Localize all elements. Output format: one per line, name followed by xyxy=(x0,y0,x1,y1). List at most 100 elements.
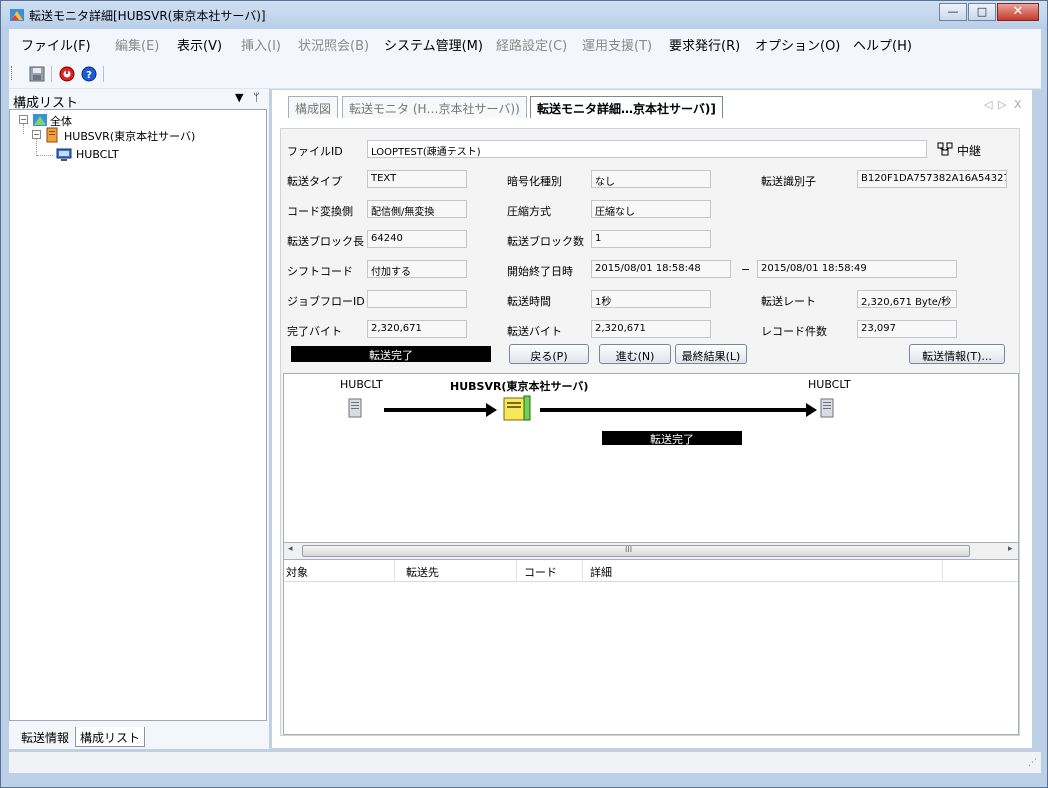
transfer-bytes-value: 2,320,671 xyxy=(591,320,711,338)
code-conv-value: 配信側/無変換 xyxy=(367,200,467,218)
flow-arrowhead-left xyxy=(486,403,497,417)
title-bar[interactable]: 転送モニタ詳細[HUBSVR(東京本社サーバ)] — □ ✕ xyxy=(1,1,1047,29)
table-header: 対象 転送先 コード 詳細 xyxy=(284,560,1018,582)
menu-status-inquiry[interactable]: 状況照会(B) xyxy=(298,35,369,54)
panel-bottom-tabs: 転送情報 構成リスト xyxy=(9,727,269,749)
menu-help[interactable]: ヘルプ(H) xyxy=(853,35,912,54)
tab-close-icon[interactable]: X xyxy=(1014,98,1022,111)
record-count-value: 23,097 xyxy=(857,320,957,338)
status-bar: ⋰ xyxy=(9,751,1041,773)
done-bytes-value: 2,320,671 xyxy=(367,320,467,338)
date-range-separator: − xyxy=(741,263,751,276)
tree-collapse-icon[interactable]: − xyxy=(19,115,28,124)
transfer-id-label: 転送識別子 xyxy=(761,175,816,188)
relay-label: 中継 xyxy=(957,144,982,158)
scroll-thumb[interactable]: III xyxy=(302,545,970,557)
tab-config-list[interactable]: 構成リスト xyxy=(75,727,146,747)
transfer-type-label: 転送タイプ xyxy=(287,175,342,188)
toolbar-separator xyxy=(103,66,104,82)
back-button[interactable]: 戻る(P) xyxy=(509,344,589,364)
stop-icon[interactable] xyxy=(59,66,75,82)
start-end-label: 開始終了日時 xyxy=(507,265,573,278)
tree-collapse-icon[interactable]: − xyxy=(32,130,41,139)
encryption-value: なし xyxy=(591,170,711,188)
flow-arrowhead-right xyxy=(806,403,817,417)
help-icon[interactable]: ? xyxy=(81,66,97,82)
menu-options[interactable]: オプション(O) xyxy=(755,35,840,54)
final-result-button[interactable]: 最終結果(L) xyxy=(675,344,747,364)
file-id-field[interactable]: LOOPTEST(疎通テスト) xyxy=(367,140,927,158)
menu-request[interactable]: 要求発行(R) xyxy=(669,35,740,54)
col-target[interactable]: 対象 xyxy=(286,564,308,580)
block-count-label: 転送ブロック数 xyxy=(507,235,584,248)
column-divider[interactable] xyxy=(394,560,395,582)
transfer-time-label: 転送時間 xyxy=(507,295,551,308)
menu-ops-support[interactable]: 運用支援(T) xyxy=(582,35,652,54)
tab-config-diagram[interactable]: 構成図 xyxy=(288,96,339,118)
flow-horizontal-scrollbar[interactable]: ◂ III ▸ xyxy=(283,543,1019,559)
col-code[interactable]: コード xyxy=(524,564,557,580)
route-detail-table: 対象 転送先 コード 詳細 xyxy=(283,559,1019,735)
relay-icon xyxy=(937,142,953,156)
flow-right-node-label: HUBCLT xyxy=(808,378,851,391)
maximize-button[interactable]: □ xyxy=(968,3,996,21)
transfer-rate-value: 2,320,671 Byte/秒 xyxy=(857,290,957,308)
forward-button[interactable]: 進む(N) xyxy=(599,344,671,364)
transfer-rate-label: 転送レート xyxy=(761,295,816,308)
menu-route-settings[interactable]: 経路設定(C) xyxy=(496,35,567,54)
column-divider[interactable] xyxy=(942,560,943,582)
transfer-bytes-label: 転送バイト xyxy=(507,325,562,338)
flow-left-node-label: HUBCLT xyxy=(340,378,383,391)
toolbar-separator xyxy=(51,66,52,82)
transfer-time-value: 1秒 xyxy=(591,290,711,308)
resize-grip-icon[interactable]: ⋰ xyxy=(1028,758,1037,768)
menu-edit[interactable]: 編集(E) xyxy=(115,35,159,54)
col-detail[interactable]: 詳細 xyxy=(590,564,612,580)
panel-pin-icon[interactable]: ᛘ xyxy=(253,91,260,104)
close-button[interactable]: ✕ xyxy=(997,3,1039,21)
menu-file[interactable]: ファイル(F) xyxy=(21,35,91,54)
compression-value: 圧縮なし xyxy=(591,200,711,218)
menu-insert[interactable]: 挿入(I) xyxy=(241,35,281,54)
tree-item-hubsvr[interactable]: HUBSVR(東京本社サーバ) xyxy=(64,128,195,144)
encryption-label: 暗号化種別 xyxy=(507,175,562,188)
scroll-right-icon[interactable]: ▸ xyxy=(1008,544,1013,554)
shift-code-value: 付加する xyxy=(367,260,467,278)
transfer-status-badge: 転送完了 xyxy=(291,346,491,362)
shift-code-label: シフトコード xyxy=(287,265,353,278)
column-divider[interactable] xyxy=(516,560,517,582)
tab-transfer-monitor-detail[interactable]: 転送モニタ詳細…京本社サーバ)] xyxy=(530,96,723,118)
tree-item-hubclt[interactable]: HUBCLT xyxy=(76,148,119,161)
tab-transfer-monitor[interactable]: 転送モニタ (H…京本社サーバ)) xyxy=(342,96,527,118)
block-count-value: 1 xyxy=(591,230,711,248)
record-count-label: レコード件数 xyxy=(761,325,827,338)
app-window: 転送モニタ詳細[HUBSVR(東京本社サーバ)] — □ ✕ ファイル(F) 編… xyxy=(0,0,1048,788)
tree-connector xyxy=(37,155,53,156)
jobflow-id-value xyxy=(367,290,467,308)
client-server-icon xyxy=(820,398,834,418)
minimize-button[interactable]: — xyxy=(939,3,967,21)
transfer-type-value: TEXT xyxy=(367,170,467,188)
save-icon[interactable] xyxy=(29,66,45,82)
hub-server-icon xyxy=(503,395,531,421)
menu-view[interactable]: 表示(V) xyxy=(177,35,222,54)
maximize-icon: □ xyxy=(976,5,988,18)
col-destination[interactable]: 転送先 xyxy=(406,564,439,580)
end-time-value: 2015/08/01 18:58:49 xyxy=(757,260,957,278)
scroll-left-icon[interactable]: ◂ xyxy=(288,544,293,554)
app-icon xyxy=(10,9,24,21)
toolbar: ? xyxy=(9,55,1041,89)
tab-prev-icon[interactable]: ◁ xyxy=(984,98,992,111)
panel-dropdown-icon[interactable]: ▼ xyxy=(235,91,243,104)
menu-system-admin[interactable]: システム管理(M) xyxy=(384,35,483,54)
tab-next-icon[interactable]: ▷ xyxy=(998,98,1006,111)
tab-transfer-info[interactable]: 転送情報 xyxy=(17,727,73,747)
tree-connector xyxy=(23,124,24,134)
transfer-info-button[interactable]: 転送情報(T)... xyxy=(909,344,1005,364)
transfer-detail: ファイルID LOOPTEST(疎通テスト) 中継 転送タイプ TEXT 暗号化… xyxy=(280,128,1020,736)
document-tabs: 構成図 転送モニタ (H…京本社サーバ)) 転送モニタ詳細…京本社サーバ)] ◁… xyxy=(272,90,1032,120)
window-title: 転送モニタ詳細[HUBSVR(東京本社サーバ)] xyxy=(29,9,266,23)
toolbar-grip[interactable] xyxy=(11,66,13,80)
client-server-icon xyxy=(348,398,362,418)
column-divider[interactable] xyxy=(582,560,583,582)
